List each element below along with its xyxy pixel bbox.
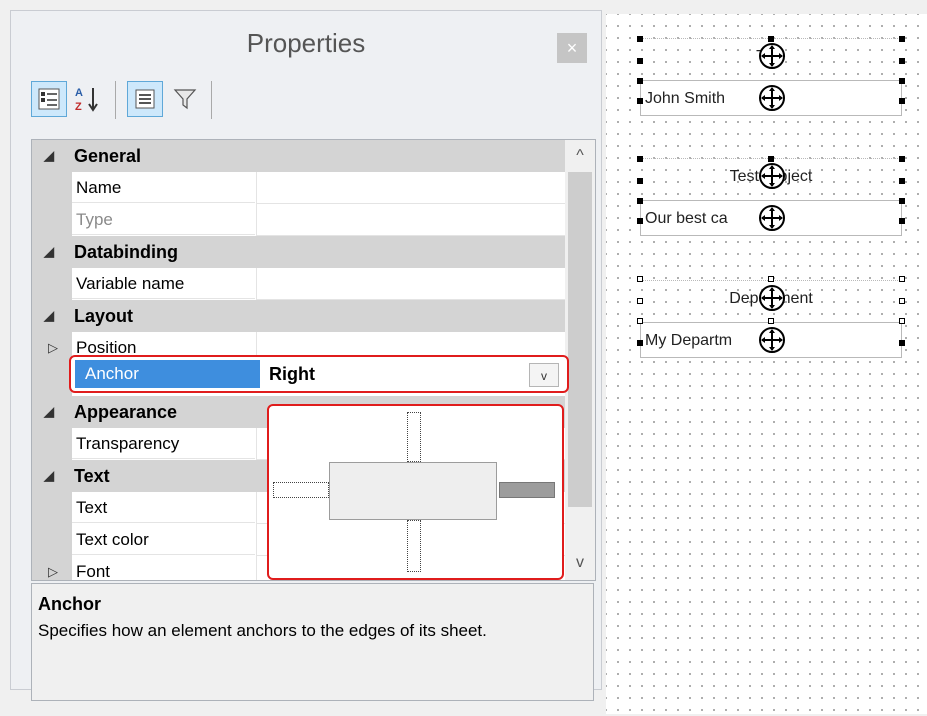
collapse-arrow-icon[interactable]: ◢: [44, 236, 54, 268]
filter-icon: [173, 89, 197, 110]
resize-handle[interactable]: [899, 156, 905, 162]
move-handle-icon[interactable]: [758, 284, 786, 312]
window-title: Properties: [246, 28, 366, 58]
property-value[interactable]: [256, 268, 566, 300]
category-databinding[interactable]: ◢ Databinding: [32, 236, 565, 268]
property-value[interactable]: [256, 172, 566, 204]
move-handle-icon[interactable]: [758, 204, 786, 232]
property-label: Text color: [72, 524, 255, 555]
expand-arrow-icon[interactable]: ▷: [48, 556, 58, 580]
resize-handle[interactable]: [899, 198, 905, 204]
move-handle-icon[interactable]: [758, 84, 786, 112]
collapse-arrow-icon[interactable]: ◢: [44, 396, 54, 428]
scroll-up-icon[interactable]: ^: [565, 140, 595, 170]
resize-handle[interactable]: [899, 218, 905, 224]
category-label: Appearance: [74, 402, 178, 422]
property-label: Variable name: [72, 268, 255, 299]
property-value: [256, 204, 566, 236]
property-row-anchor[interactable]: Anchor Right v: [69, 355, 569, 393]
resize-handle[interactable]: [637, 98, 643, 104]
resize-handle[interactable]: [637, 178, 643, 184]
anchor-top-toggle[interactable]: [407, 412, 421, 462]
resize-handle[interactable]: [768, 276, 774, 282]
anchor-editor-popup: [267, 404, 564, 580]
description-text: Specifies how an element anchors to the …: [38, 621, 487, 640]
resize-handle[interactable]: [637, 218, 643, 224]
property-row-name[interactable]: Name: [32, 172, 566, 204]
property-label: Type: [72, 204, 255, 235]
anchor-element-preview: [329, 462, 497, 520]
category-label: Layout: [74, 306, 134, 326]
resize-handle[interactable]: [899, 78, 905, 84]
resize-handle[interactable]: [637, 340, 643, 346]
resize-handle[interactable]: [899, 36, 905, 42]
category-label: Text: [74, 466, 110, 486]
scroll-down-icon[interactable]: v: [565, 548, 595, 578]
collapse-arrow-icon[interactable]: ◢: [44, 300, 54, 332]
property-pages-icon: [135, 89, 155, 109]
resize-handle[interactable]: [899, 98, 905, 104]
description-title: Anchor: [38, 594, 101, 614]
categorized-button[interactable]: [31, 81, 67, 117]
designer-canvas[interactable]: Title John Smith TestSubject Our best ca…: [606, 14, 927, 714]
move-handle-icon[interactable]: [758, 162, 786, 190]
resize-handle[interactable]: [637, 156, 643, 162]
property-row-type[interactable]: Type: [32, 204, 566, 236]
filter-button[interactable]: [167, 81, 203, 117]
properties-window: Properties × A Z ◢ General Name Type ◢ D…: [10, 10, 602, 701]
anchor-left-toggle[interactable]: [273, 482, 329, 498]
resize-handle[interactable]: [899, 340, 905, 346]
resize-handle[interactable]: [637, 36, 643, 42]
svg-text:A: A: [75, 87, 83, 99]
anchor-value[interactable]: Right: [263, 360, 563, 388]
expand-arrow-icon[interactable]: ▷: [48, 332, 58, 364]
move-handle-icon[interactable]: [758, 42, 786, 70]
alphabetical-button[interactable]: A Z: [69, 81, 105, 117]
dropdown-arrow-button[interactable]: v: [529, 363, 559, 387]
resize-handle[interactable]: [637, 318, 643, 324]
sort-alphabetical-icon: A Z: [75, 87, 98, 113]
category-general[interactable]: ◢ General: [32, 140, 565, 172]
property-row-variable-name[interactable]: Variable name: [32, 268, 566, 300]
category-label: Databinding: [74, 242, 178, 262]
anchor-right-toggle[interactable]: [499, 482, 555, 498]
resize-handle[interactable]: [899, 318, 905, 324]
property-label-anchor: Anchor: [75, 360, 260, 388]
category-label: General: [74, 146, 142, 166]
property-label: Name: [72, 172, 255, 203]
resize-handle[interactable]: [899, 58, 905, 64]
grid-scrollbar[interactable]: ^ v: [565, 140, 595, 580]
scroll-thumb[interactable]: [568, 172, 592, 507]
collapse-arrow-icon[interactable]: ◢: [44, 140, 54, 172]
resize-handle[interactable]: [637, 298, 643, 304]
resize-handle[interactable]: [899, 276, 905, 282]
resize-handle[interactable]: [899, 298, 905, 304]
close-button[interactable]: ×: [557, 33, 587, 63]
resize-handle[interactable]: [637, 58, 643, 64]
resize-handle[interactable]: [899, 178, 905, 184]
resize-handle[interactable]: [637, 276, 643, 282]
collapse-arrow-icon[interactable]: ◢: [44, 460, 54, 492]
categorized-icon: [38, 88, 60, 110]
resize-handle[interactable]: [637, 198, 643, 204]
resize-handle[interactable]: [768, 318, 774, 324]
property-label: Text: [72, 492, 255, 523]
resize-handle[interactable]: [637, 78, 643, 84]
property-label: Font: [72, 556, 255, 580]
svg-text:Z: Z: [75, 101, 82, 113]
move-handle-icon[interactable]: [758, 326, 786, 354]
properties-toolbar: A Z: [31, 81, 291, 129]
anchor-bottom-toggle[interactable]: [407, 520, 421, 572]
description-panel: Anchor Specifies how an element anchors …: [31, 583, 594, 701]
property-label: Transparency: [72, 428, 255, 459]
property-pages-button[interactable]: [127, 81, 163, 117]
category-layout[interactable]: ◢ Layout: [32, 300, 565, 332]
